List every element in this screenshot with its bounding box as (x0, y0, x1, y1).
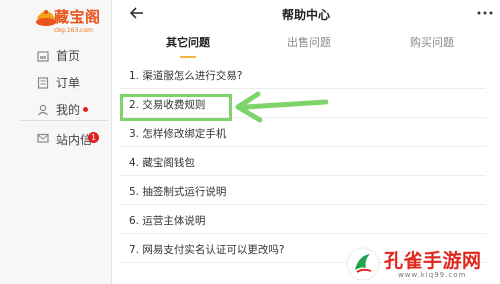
page-title: 帮助中心 (281, 8, 330, 22)
sidebar-item-orders[interactable]: 订单 (0, 69, 112, 96)
faq-item-text: 1. 渠道服怎么进行交易? (129, 70, 243, 82)
faq-item[interactable]: 6. 运营主体说明 (120, 205, 486, 234)
help-center-panel: 帮助中心 其它问题 出售问题 购买问题 1. 渠道服怎么进行交易? 2. 交易收… (112, 0, 500, 284)
faq-item-text: 3. 怎样修改绑定手机 (129, 128, 227, 140)
notification-dot (83, 107, 89, 112)
sidebar-item-messages[interactable]: 站内信 1 (0, 128, 112, 150)
faq-item[interactable]: 1. 渠道服怎么进行交易? (120, 60, 486, 89)
peacock-logo-icon (346, 247, 380, 281)
faq-item[interactable]: 5. 抽签制式运行说明 (120, 176, 486, 205)
brand-logo[interactable]: 藏宝阁 cbg.163.com (30, 4, 100, 38)
sidebar-item-label: 站内信 (56, 133, 93, 147)
sidebar-divider (20, 120, 108, 121)
logo-text: 藏宝阁 (54, 8, 101, 26)
sidebar-item-mine[interactable]: 我的 (0, 96, 112, 123)
sidebar-nav: 首页 订单 我的 (0, 42, 112, 123)
watermark: 孔雀手游网 www.klq99.com (340, 244, 500, 284)
app-root: 藏宝阁 cbg.163.com 首页 订单 我的 站内信 1 帮助中心 其它问题… (0, 0, 500, 284)
highlight-box (120, 94, 232, 121)
sidebar: 藏宝阁 cbg.163.com 首页 订单 我的 站内信 1 (0, 0, 112, 284)
faq-item-text: 7. 网易支付实名认证可以更改吗? (129, 244, 285, 256)
home-icon (37, 50, 49, 62)
tab-selling-questions[interactable]: 出售问题 (287, 34, 331, 50)
faq-item-text: 5. 抽签制式运行说明 (129, 186, 227, 198)
user-icon (38, 104, 48, 115)
tab-other-questions[interactable]: 其它问题 (166, 34, 210, 50)
order-icon (37, 76, 49, 89)
watermark-text: 孔雀手游网 (384, 250, 482, 272)
mail-icon (37, 133, 49, 143)
top-bar: 帮助中心 (112, 0, 500, 28)
tab-bar: 其它问题 出售问题 购买问题 (112, 34, 500, 58)
message-count-badge: 1 (88, 132, 99, 143)
sidebar-item-label: 我的 (56, 103, 81, 117)
sidebar-item-home[interactable]: 首页 (0, 42, 112, 69)
faq-item-text: 4. 藏宝阁钱包 (129, 157, 195, 169)
more-dots-icon[interactable] (475, 7, 495, 19)
watermark-url: www.klq99.com (398, 271, 467, 279)
sidebar-item-label: 订单 (56, 76, 81, 90)
faq-item-text: 6. 运营主体说明 (129, 215, 206, 227)
tab-buying-questions[interactable]: 购买问题 (410, 34, 454, 50)
faq-item[interactable]: 4. 藏宝阁钱包 (120, 147, 486, 176)
sidebar-item-label: 首页 (56, 49, 81, 63)
logo-subtext: cbg.163.com (54, 27, 93, 34)
pointer-arrow-icon (235, 91, 328, 123)
active-tab-indicator (180, 56, 196, 58)
